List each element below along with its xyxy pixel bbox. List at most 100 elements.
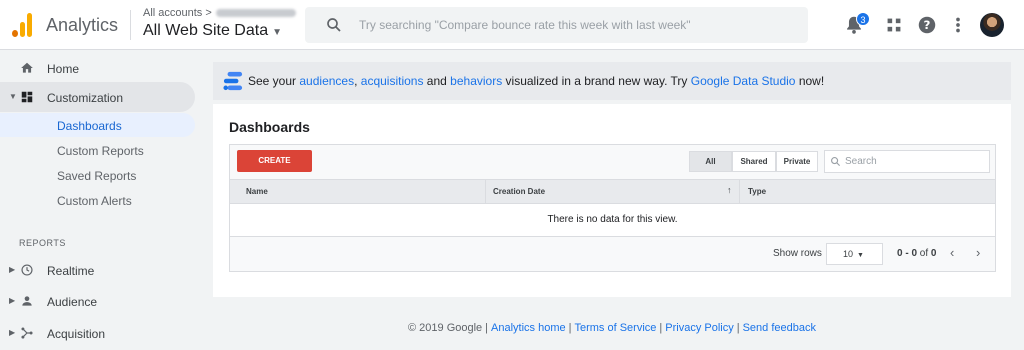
dashboards-card: Dashboards CREATE All Shared Private Sea… bbox=[213, 104, 1011, 297]
svg-text:?: ? bbox=[924, 18, 931, 32]
sidebar-item-label: Realtime bbox=[47, 264, 95, 278]
sidebar-item-custom-reports[interactable]: Custom Reports bbox=[0, 138, 195, 162]
apps-grid-icon[interactable] bbox=[883, 14, 905, 36]
chevron-left-icon[interactable]: ‹ bbox=[950, 245, 954, 260]
table-search-input[interactable]: Search bbox=[824, 150, 990, 173]
send-feedback-link[interactable]: Send feedback bbox=[743, 322, 816, 334]
sidebar-item-customization[interactable]: ▼ Customization bbox=[0, 82, 195, 112]
rows-per-page-select[interactable]: 10 ▼ bbox=[826, 243, 883, 265]
data-studio-banner: See your audiences, acquisitions and beh… bbox=[213, 62, 1011, 100]
sidebar-sub-label: Custom Reports bbox=[57, 144, 144, 158]
sidebar-item-label: Customization bbox=[47, 91, 124, 105]
sort-arrow-icon[interactable]: ↑ bbox=[727, 185, 732, 195]
sidebar-item-label: Acquisition bbox=[47, 327, 106, 341]
dashboard-grid-icon bbox=[21, 91, 33, 103]
search-icon bbox=[831, 157, 841, 167]
create-button[interactable]: CREATE bbox=[237, 150, 312, 172]
separator: | bbox=[485, 322, 489, 334]
banner-text-part: and bbox=[423, 74, 451, 88]
range-total: 0 bbox=[930, 248, 937, 259]
chevron-right-icon[interactable]: › bbox=[976, 245, 980, 260]
filter-shared-button[interactable]: Shared bbox=[732, 151, 776, 172]
property-selector[interactable]: All Web Site Data ▼ bbox=[143, 22, 282, 40]
sidebar-item-audience[interactable]: ▶ Audience bbox=[0, 286, 195, 316]
sidebar-item-dashboards[interactable]: Dashboards bbox=[0, 113, 195, 137]
separator: | bbox=[659, 322, 663, 334]
banner-text-part: visualized in a brand new way. Try bbox=[502, 74, 691, 88]
audiences-link[interactable]: audiences bbox=[299, 74, 354, 88]
analytics-logo-icon[interactable] bbox=[12, 13, 34, 37]
avatar[interactable] bbox=[980, 13, 1004, 37]
empty-table-row: There is no data for this view. bbox=[230, 204, 995, 237]
column-divider bbox=[739, 180, 740, 204]
range-of: of bbox=[917, 248, 931, 259]
chevron-right-icon: > bbox=[205, 7, 212, 19]
sidebar-item-label: Home bbox=[47, 62, 80, 76]
caret-down-icon: ▼ bbox=[857, 252, 864, 259]
account-breadcrumb[interactable]: All accounts > bbox=[143, 7, 296, 19]
column-header-creation-date[interactable]: Creation Date bbox=[493, 187, 545, 196]
rows-value: 10 bbox=[843, 249, 854, 259]
blurred-account-name bbox=[215, 9, 296, 18]
page-footer: © 2019 Google | Analytics home | Terms of Se… bbox=[213, 322, 1011, 334]
clock-icon bbox=[21, 264, 33, 276]
sidebar-item-home[interactable]: Home bbox=[0, 53, 195, 83]
acquisition-icon bbox=[21, 327, 33, 339]
sidebar-item-saved-reports[interactable]: Saved Reports bbox=[0, 163, 195, 187]
google-data-studio-link[interactable]: Google Data Studio bbox=[691, 74, 796, 88]
analytics-home-link[interactable]: Analytics home bbox=[491, 322, 566, 334]
sidebar-sub-label: Saved Reports bbox=[57, 169, 137, 183]
privacy-policy-link[interactable]: Privacy Policy bbox=[665, 322, 733, 334]
empty-message: There is no data for this view. bbox=[547, 214, 678, 225]
search-placeholder: Try searching "Compare bounce rate this … bbox=[359, 18, 691, 32]
dashboards-table: CREATE All Shared Private Search Name Cr… bbox=[229, 144, 996, 272]
sidebar-item-custom-alerts[interactable]: Custom Alerts bbox=[0, 188, 195, 212]
sidebar-item-realtime[interactable]: ▶ Realtime bbox=[0, 255, 195, 285]
search-icon bbox=[327, 18, 341, 32]
help-icon[interactable]: ? bbox=[916, 14, 938, 36]
notification-badge: 3 bbox=[856, 12, 870, 26]
divider bbox=[130, 10, 131, 40]
acquisitions-link[interactable]: acquisitions bbox=[361, 74, 424, 88]
reports-heading: REPORTS bbox=[19, 238, 66, 248]
account-crumb-label: All accounts bbox=[143, 7, 203, 19]
table-footer: Show rows 10 ▼ 0 - 0 of 0 ‹ › bbox=[230, 237, 995, 271]
sidebar-sub-label: Dashboards bbox=[57, 119, 122, 133]
column-header-type[interactable]: Type bbox=[748, 187, 766, 196]
show-rows-label: Show rows bbox=[773, 248, 822, 259]
caret-down-icon: ▼ bbox=[272, 27, 282, 38]
sidebar-item-label: Audience bbox=[47, 295, 98, 309]
terms-of-service-link[interactable]: Terms of Service bbox=[574, 322, 656, 334]
behaviors-link[interactable]: behaviors bbox=[450, 74, 502, 88]
sidebar: Home ▼ Customization Dashboards Custom R… bbox=[0, 50, 200, 350]
separator: | bbox=[736, 322, 740, 334]
more-vert-icon[interactable] bbox=[947, 14, 969, 36]
sidebar-item-acquisition[interactable]: ▶ Acquisition bbox=[0, 318, 195, 348]
app-name[interactable]: Analytics bbox=[46, 15, 118, 36]
expand-arrow-icon: ▼ bbox=[9, 92, 17, 101]
column-header-name[interactable]: Name bbox=[246, 187, 268, 196]
banner-text-part: now! bbox=[795, 74, 825, 88]
banner-text-part: See your bbox=[248, 74, 300, 88]
copyright-text: © 2019 Google bbox=[408, 322, 483, 334]
table-header: Name Creation Date ↑ Type bbox=[230, 179, 995, 204]
sidebar-sub-label: Custom Alerts bbox=[57, 194, 132, 208]
top-bar: Analytics All accounts > All Web Site Da… bbox=[0, 0, 1024, 50]
search-bar[interactable]: Try searching "Compare bounce rate this … bbox=[305, 7, 808, 43]
home-icon bbox=[21, 62, 33, 73]
expand-arrow-icon: ▶ bbox=[9, 265, 16, 274]
filter-private-button[interactable]: Private bbox=[776, 151, 818, 172]
filter-all-button[interactable]: All bbox=[689, 151, 732, 172]
person-icon bbox=[22, 296, 32, 306]
expand-arrow-icon: ▶ bbox=[9, 328, 16, 337]
pagination-range: 0 - 0 of 0 bbox=[897, 248, 936, 259]
banner-text-part: , bbox=[354, 74, 361, 88]
page-title: Dashboards bbox=[229, 119, 310, 135]
property-name: All Web Site Data bbox=[143, 22, 269, 39]
banner-text: See your audiences, acquisitions and beh… bbox=[248, 74, 824, 88]
data-studio-icon bbox=[223, 71, 243, 91]
column-divider bbox=[485, 180, 486, 204]
expand-arrow-icon: ▶ bbox=[9, 296, 16, 305]
table-search-placeholder: Search bbox=[845, 156, 877, 167]
separator: | bbox=[568, 322, 572, 334]
